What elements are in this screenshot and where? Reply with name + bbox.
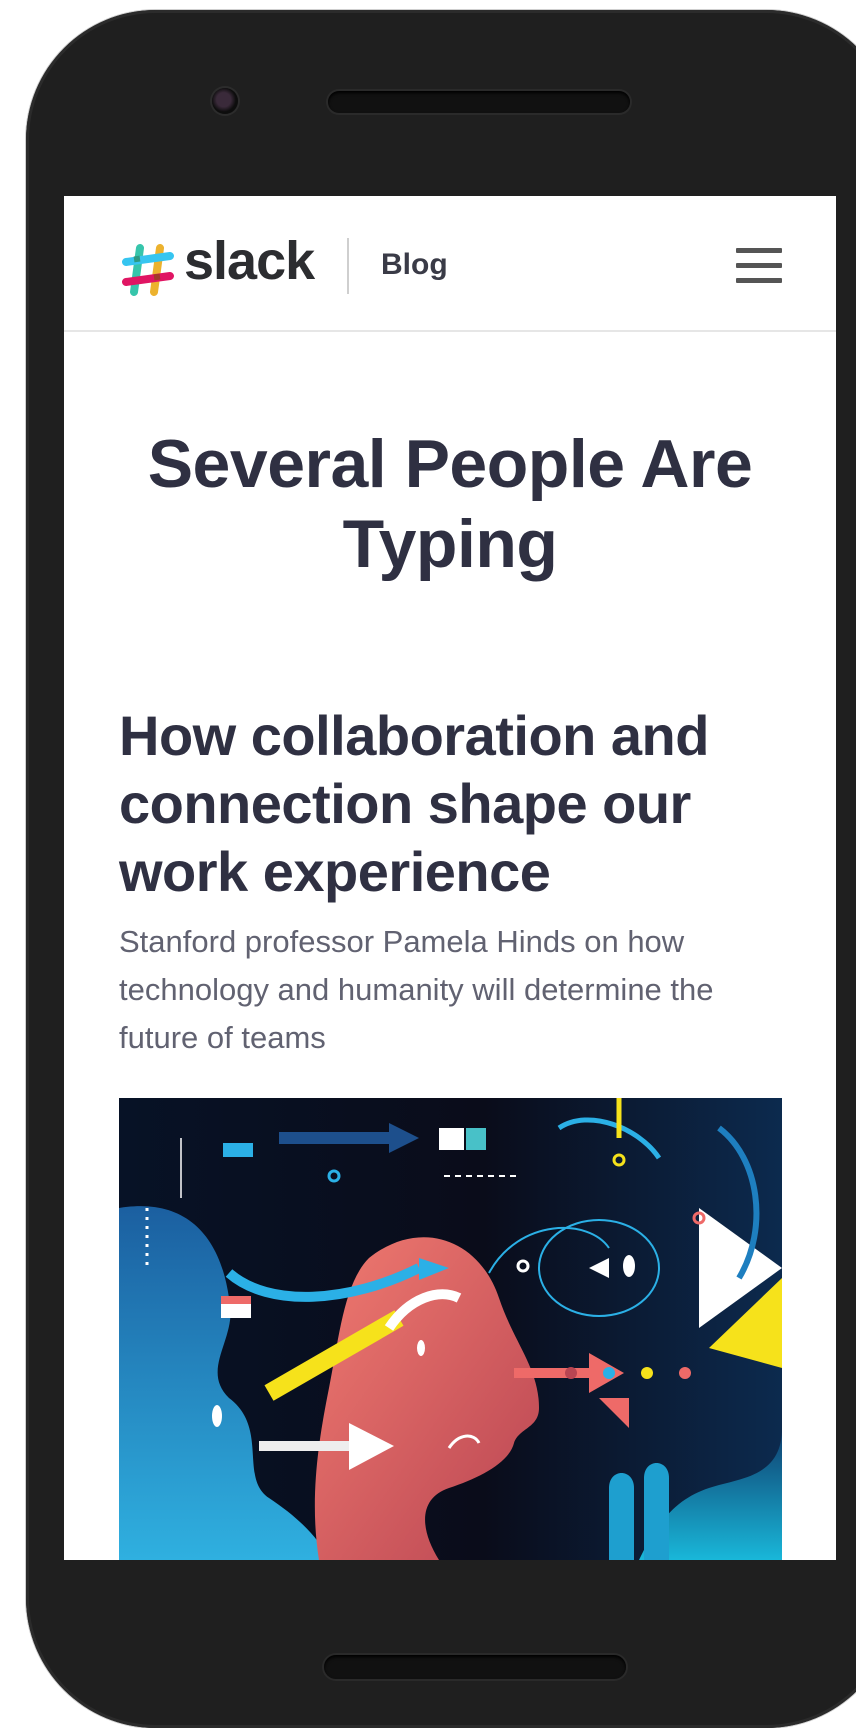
bottom-speaker <box>324 1655 626 1679</box>
blog-title[interactable]: Several People Are Typing <box>64 424 836 584</box>
slack-logo-icon[interactable] <box>120 242 176 298</box>
blog-section-link[interactable]: Blog <box>381 248 448 282</box>
front-camera <box>212 88 238 114</box>
article-hero-image[interactable] <box>119 1098 782 1560</box>
site-header: slack Blog <box>64 196 836 332</box>
top-speaker <box>328 91 630 113</box>
article-subtitle: Stanford professor Pamela Hinds on how t… <box>119 924 714 1055</box>
browser-viewport: slack Blog Several People Are Typing How… <box>64 196 836 1560</box>
hamburger-menu-icon[interactable] <box>734 246 784 286</box>
menu-bar <box>736 278 782 283</box>
slack-wordmark[interactable]: slack <box>184 230 315 292</box>
article-title-link[interactable]: How collaboration and connection shape o… <box>119 702 819 906</box>
menu-bar <box>736 248 782 253</box>
collaboration-illustration <box>119 1098 782 1560</box>
header-divider <box>347 238 349 294</box>
menu-bar <box>736 263 782 268</box>
